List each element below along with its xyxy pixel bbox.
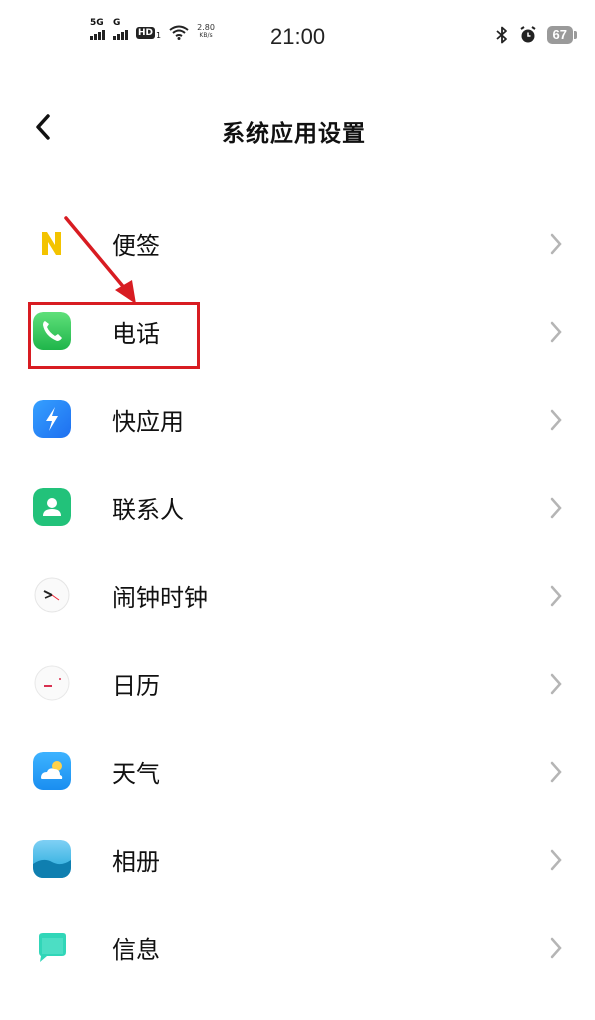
list-item-label: 快应用 bbox=[112, 408, 184, 436]
list-item-weather[interactable]: 天气 bbox=[0, 728, 595, 816]
list-item-calendar[interactable]: 日历 bbox=[0, 640, 595, 728]
list-item-label: 天气 bbox=[112, 760, 160, 788]
clock-icon bbox=[34, 577, 70, 613]
chevron-right-icon bbox=[550, 761, 562, 783]
chevron-right-icon bbox=[550, 409, 562, 431]
list-item-label: 日历 bbox=[112, 672, 160, 700]
speed-value: 2.80 bbox=[197, 23, 215, 32]
signal-g-icon: G bbox=[113, 18, 128, 40]
network-type-label: 5G bbox=[90, 18, 104, 28]
status-bar-right: 67 bbox=[495, 26, 578, 44]
battery-icon: 67 bbox=[546, 26, 578, 44]
messages-icon bbox=[39, 933, 66, 962]
weather-icon bbox=[33, 752, 71, 790]
annotation-arrow bbox=[64, 216, 136, 304]
chevron-right-icon bbox=[550, 937, 562, 959]
page-title: 系统应用设置 bbox=[222, 121, 366, 147]
list-item-label: 相册 bbox=[112, 848, 160, 876]
status-bar: 5G G HD 1 2.80 KB/s 21:00 67 bbox=[0, 0, 595, 76]
network-type-label-2: G bbox=[113, 18, 121, 28]
back-arrow-icon[interactable] bbox=[30, 110, 56, 144]
chevron-right-icon bbox=[550, 497, 562, 519]
clock-time: 21:00 bbox=[270, 24, 326, 49]
bluetooth-icon bbox=[495, 26, 507, 44]
contacts-icon bbox=[33, 488, 71, 526]
list-item-contacts[interactable]: 联系人 bbox=[0, 464, 595, 552]
chevron-right-icon bbox=[550, 849, 562, 871]
status-bar-left: 5G G HD 1 2.80 KB/s bbox=[90, 18, 215, 40]
list-item-label: 闹钟时钟 bbox=[112, 584, 208, 612]
chevron-right-icon bbox=[550, 673, 562, 695]
chevron-right-icon bbox=[550, 321, 562, 343]
list-item-messages[interactable]: 信息 bbox=[0, 904, 595, 992]
alarm-icon bbox=[519, 26, 536, 43]
header: 系统应用设置 bbox=[0, 96, 595, 160]
quick-app-icon bbox=[33, 400, 71, 438]
list-item-quick-app[interactable]: 快应用 bbox=[0, 376, 595, 464]
list-item-label: 联系人 bbox=[112, 496, 184, 524]
annotation-highlight-box bbox=[28, 302, 200, 369]
network-speed: 2.80 KB/s bbox=[197, 24, 215, 40]
hd-sub-label: 1 bbox=[156, 31, 162, 40]
speed-unit: KB/s bbox=[199, 32, 213, 39]
list-item-clock[interactable]: 闹钟时钟 bbox=[0, 552, 595, 640]
signal-5g-icon: 5G bbox=[90, 18, 105, 40]
wifi-icon bbox=[169, 25, 189, 40]
chevron-right-icon bbox=[550, 585, 562, 607]
chevron-right-icon bbox=[550, 233, 562, 255]
list-item-gallery[interactable]: 相册 bbox=[0, 816, 595, 904]
calendar-icon bbox=[34, 665, 70, 701]
list-item-label: 信息 bbox=[112, 936, 160, 964]
hd-badge: HD bbox=[136, 27, 156, 39]
gallery-icon bbox=[33, 840, 71, 878]
